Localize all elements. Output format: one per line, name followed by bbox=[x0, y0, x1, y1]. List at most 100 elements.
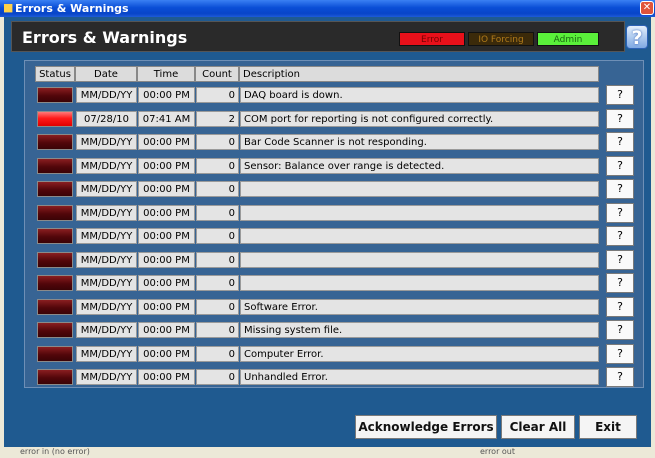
window-title: Errors & Warnings bbox=[15, 2, 129, 15]
page-title: Errors & Warnings bbox=[22, 28, 188, 47]
column-header-time: Time bbox=[137, 66, 195, 82]
time-cell: 00:00 PM bbox=[138, 181, 195, 197]
status-led bbox=[37, 158, 73, 174]
time-cell: 07:41 AM bbox=[138, 111, 195, 127]
date-cell: 07/28/10 bbox=[76, 111, 137, 127]
time-cell: 00:00 PM bbox=[138, 346, 195, 362]
info-button[interactable]: ? bbox=[606, 85, 634, 105]
time-cell: 00:00 PM bbox=[138, 228, 195, 244]
header-bar: Errors & Warnings Error IO Forcing Admin bbox=[11, 21, 625, 52]
date-cell: MM/DD/YY bbox=[76, 275, 137, 291]
io-forcing-indicator: IO Forcing bbox=[468, 32, 534, 46]
description-cell: COM port for reporting is not configured… bbox=[240, 111, 599, 127]
description-cell: DAQ board is down. bbox=[240, 87, 599, 103]
time-cell: 00:00 PM bbox=[138, 275, 195, 291]
info-button[interactable]: ? bbox=[606, 297, 634, 317]
time-cell: 00:00 PM bbox=[138, 158, 195, 174]
description-cell: Sensor: Balance over range is detected. bbox=[240, 158, 599, 174]
description-cell: Bar Code Scanner is not responding. bbox=[240, 134, 599, 150]
info-button[interactable]: ? bbox=[606, 179, 634, 199]
error-out-label: error out bbox=[480, 447, 516, 456]
date-cell: MM/DD/YY bbox=[76, 299, 137, 315]
date-cell: MM/DD/YY bbox=[76, 228, 137, 244]
status-bar: error in (no error) error out bbox=[0, 447, 655, 458]
time-cell: 00:00 PM bbox=[138, 369, 195, 385]
status-led bbox=[37, 275, 73, 291]
count-cell: 0 bbox=[196, 275, 239, 291]
description-cell bbox=[240, 275, 599, 291]
admin-indicator: Admin bbox=[537, 32, 599, 46]
count-cell: 0 bbox=[196, 205, 239, 221]
status-led bbox=[37, 111, 73, 127]
main-panel: Errors & Warnings Error IO Forcing Admin… bbox=[4, 17, 651, 447]
date-cell: MM/DD/YY bbox=[76, 346, 137, 362]
column-header-count: Count bbox=[195, 66, 239, 82]
error-indicator: Error bbox=[399, 32, 465, 46]
info-button[interactable]: ? bbox=[606, 156, 634, 176]
description-cell bbox=[240, 181, 599, 197]
date-cell: MM/DD/YY bbox=[76, 322, 137, 338]
time-cell: 00:00 PM bbox=[138, 299, 195, 315]
status-led bbox=[37, 181, 73, 197]
window-titlebar: ■ Errors & Warnings ✕ bbox=[0, 0, 655, 17]
time-cell: 00:00 PM bbox=[138, 205, 195, 221]
date-cell: MM/DD/YY bbox=[76, 181, 137, 197]
help-button[interactable]: ? bbox=[626, 25, 648, 49]
count-cell: 2 bbox=[196, 111, 239, 127]
time-cell: 00:00 PM bbox=[138, 87, 195, 103]
description-cell bbox=[240, 228, 599, 244]
info-button[interactable]: ? bbox=[606, 203, 634, 223]
description-cell: Missing system file. bbox=[240, 322, 599, 338]
status-led bbox=[37, 252, 73, 268]
exit-button[interactable]: Exit bbox=[579, 415, 637, 439]
status-led bbox=[37, 134, 73, 150]
count-cell: 0 bbox=[196, 322, 239, 338]
acknowledge-errors-button[interactable]: Acknowledge Errors bbox=[355, 415, 497, 439]
column-header-date: Date bbox=[75, 66, 137, 82]
info-button[interactable]: ? bbox=[606, 226, 634, 246]
date-cell: MM/DD/YY bbox=[76, 369, 137, 385]
date-cell: MM/DD/YY bbox=[76, 158, 137, 174]
app-icon: ■ bbox=[3, 1, 14, 14]
count-cell: 0 bbox=[196, 252, 239, 268]
date-cell: MM/DD/YY bbox=[76, 134, 137, 150]
time-cell: 00:00 PM bbox=[138, 252, 195, 268]
info-button[interactable]: ? bbox=[606, 273, 634, 293]
description-cell: Software Error. bbox=[240, 299, 599, 315]
status-led bbox=[37, 205, 73, 221]
count-cell: 0 bbox=[196, 87, 239, 103]
column-header-description: Description bbox=[239, 66, 599, 82]
column-header-status: Status bbox=[35, 66, 75, 82]
info-button[interactable]: ? bbox=[606, 109, 634, 129]
status-led bbox=[37, 369, 73, 385]
info-button[interactable]: ? bbox=[606, 132, 634, 152]
clear-all-button[interactable]: Clear All bbox=[501, 415, 575, 439]
status-led bbox=[37, 346, 73, 362]
description-cell: Unhandled Error. bbox=[240, 369, 599, 385]
info-button[interactable]: ? bbox=[606, 320, 634, 340]
status-led bbox=[37, 228, 73, 244]
error-in-label: error in (no error) bbox=[20, 447, 90, 456]
date-cell: MM/DD/YY bbox=[76, 252, 137, 268]
description-cell: Computer Error. bbox=[240, 346, 599, 362]
count-cell: 0 bbox=[196, 346, 239, 362]
status-led bbox=[37, 299, 73, 315]
status-led bbox=[37, 87, 73, 103]
info-button[interactable]: ? bbox=[606, 250, 634, 270]
info-button[interactable]: ? bbox=[606, 367, 634, 387]
description-cell bbox=[240, 252, 599, 268]
count-cell: 0 bbox=[196, 369, 239, 385]
count-cell: 0 bbox=[196, 299, 239, 315]
date-cell: MM/DD/YY bbox=[76, 205, 137, 221]
count-cell: 0 bbox=[196, 228, 239, 244]
count-cell: 0 bbox=[196, 158, 239, 174]
close-icon[interactable]: ✕ bbox=[640, 1, 654, 15]
description-cell bbox=[240, 205, 599, 221]
count-cell: 0 bbox=[196, 181, 239, 197]
date-cell: MM/DD/YY bbox=[76, 87, 137, 103]
time-cell: 00:00 PM bbox=[138, 322, 195, 338]
status-led bbox=[37, 322, 73, 338]
info-button[interactable]: ? bbox=[606, 344, 634, 364]
count-cell: 0 bbox=[196, 134, 239, 150]
time-cell: 00:00 PM bbox=[138, 134, 195, 150]
